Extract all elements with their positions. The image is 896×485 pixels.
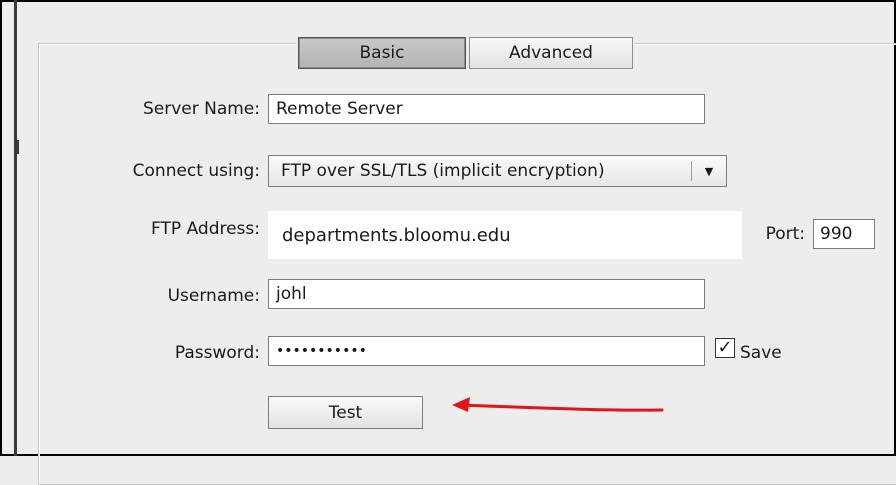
port-input[interactable]: 990 [813,219,875,249]
password-label: Password: [174,343,260,363]
window-edge [14,0,17,456]
test-button[interactable]: Test [268,396,423,429]
red-arrow-icon [452,397,664,412]
port-label: Port: [765,224,805,244]
ftp-address-label: FTP Address: [151,219,260,239]
chevron-down-icon[interactable]: ▼ [700,165,718,178]
connect-using-select[interactable]: FTP over SSL/TLS (implicit encryption) ▼ [268,155,727,187]
tab-bar: Basic Advanced [296,37,635,71]
username-input[interactable]: johl [268,279,705,309]
window-edge-tick [17,140,19,154]
select-divider [691,161,692,181]
save-checkbox[interactable]: ✓ [715,338,735,358]
ftp-address-input[interactable]: departments.bloomu.edu [268,211,742,259]
password-input[interactable]: ••••••••••• [268,336,705,366]
connect-using-label: Connect using: [132,161,260,181]
username-label: Username: [167,286,260,306]
checkmark-icon: ✓ [717,337,733,358]
save-label: Save [740,343,782,363]
connect-using-value: FTP over SSL/TLS (implicit encryption) [281,161,605,181]
server-name-label: Server Name: [142,99,260,119]
server-name-input[interactable]: Remote Server [268,94,705,124]
tab-advanced[interactable]: Advanced [469,37,633,69]
ftp-address-value: departments.bloomu.edu [282,224,511,246]
tab-basic[interactable]: Basic [298,37,466,69]
